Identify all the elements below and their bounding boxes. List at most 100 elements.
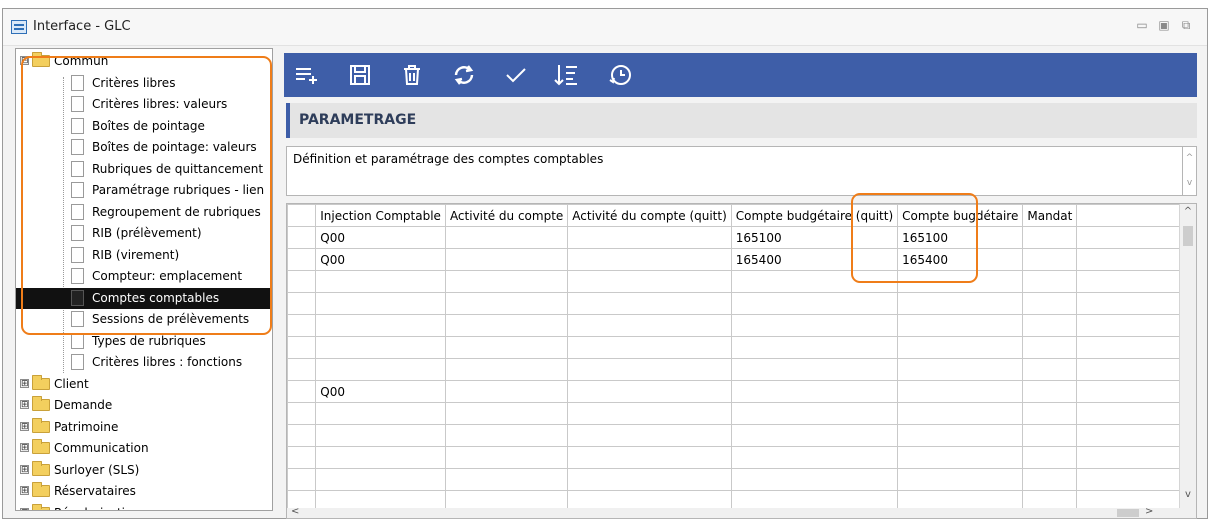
- table-cell[interactable]: [897, 358, 1024, 381]
- table-cell[interactable]: [730, 314, 899, 337]
- tree-item[interactable]: RIB (virement): [16, 245, 272, 266]
- grid-scroll-hthumb[interactable]: [1117, 509, 1139, 517]
- table-cell[interactable]: [444, 380, 569, 403]
- table-cell[interactable]: [315, 468, 446, 491]
- table-row[interactable]: Q00 165100 165100: [287, 226, 1196, 249]
- table-cell[interactable]: [444, 314, 569, 337]
- table-cell[interactable]: [444, 446, 569, 469]
- tree-item[interactable]: Critères libres : fonctions: [16, 352, 272, 373]
- table-cell[interactable]: [315, 446, 446, 469]
- table-cell[interactable]: [567, 424, 732, 447]
- tree-expander-icon[interactable]: ⊞: [20, 421, 29, 431]
- table-cell[interactable]: [897, 424, 1024, 447]
- table-cell[interactable]: [1022, 336, 1078, 359]
- table-row[interactable]: [287, 468, 1196, 491]
- tree-item[interactable]: Comptes comptables: [16, 287, 272, 309]
- table-cell[interactable]: [1022, 270, 1078, 293]
- tree-item[interactable]: Types de rubriques: [16, 331, 272, 352]
- table-cell[interactable]: [1022, 226, 1078, 249]
- table-cell[interactable]: [730, 424, 899, 447]
- tree-item[interactable]: ⊞ Patrimoine: [16, 417, 272, 438]
- table-cell[interactable]: [730, 402, 899, 425]
- row-header[interactable]: [287, 336, 317, 359]
- table-cell[interactable]: [730, 292, 899, 315]
- tree-item[interactable]: Compteur: emplacement: [16, 266, 272, 287]
- row-header[interactable]: [287, 270, 317, 293]
- table-cell[interactable]: Q00: [315, 380, 446, 403]
- table-row[interactable]: Q00: [287, 380, 1196, 403]
- tree-expander-icon[interactable]: ⊞: [20, 378, 29, 388]
- table-cell[interactable]: [567, 314, 732, 337]
- row-header[interactable]: [287, 380, 317, 403]
- table-cell[interactable]: Q00: [315, 248, 446, 271]
- tree-item[interactable]: Sessions de prélèvements: [16, 309, 272, 330]
- table-cell[interactable]: [897, 446, 1024, 469]
- row-header[interactable]: [287, 292, 317, 315]
- tree-item[interactable]: ⊞ Régularisation: [16, 503, 272, 510]
- column-header[interactable]: Activité du compte: [444, 204, 569, 227]
- table-row[interactable]: [287, 314, 1196, 337]
- save-icon[interactable]: [347, 62, 373, 88]
- table-cell[interactable]: 165100: [730, 226, 899, 249]
- table-cell[interactable]: [730, 336, 899, 359]
- table-cell[interactable]: [444, 226, 569, 249]
- tree-item[interactable]: RIB (prélèvement): [16, 223, 272, 244]
- table-cell[interactable]: [897, 314, 1024, 337]
- table-cell[interactable]: [444, 358, 569, 381]
- table-cell[interactable]: 165100: [897, 226, 1024, 249]
- table-cell[interactable]: [315, 358, 446, 381]
- table-row[interactable]: Q00 165400 165400: [287, 248, 1196, 271]
- table-cell[interactable]: [1022, 446, 1078, 469]
- table-cell[interactable]: [444, 292, 569, 315]
- description-scrollbar[interactable]: ^ v: [1183, 146, 1197, 196]
- sort-icon[interactable]: [553, 62, 579, 88]
- table-cell[interactable]: [730, 446, 899, 469]
- row-header[interactable]: [287, 446, 317, 469]
- table-cell[interactable]: [1022, 292, 1078, 315]
- tree-item[interactable]: ⊞ Demande: [16, 395, 272, 416]
- table-cell[interactable]: [567, 402, 732, 425]
- minimize-button[interactable]: ▭: [1134, 18, 1150, 32]
- table-cell[interactable]: [315, 314, 446, 337]
- refresh-icon[interactable]: [451, 62, 477, 88]
- scroll-up-icon[interactable]: ^: [1183, 153, 1196, 163]
- table-cell[interactable]: [730, 468, 899, 491]
- grid-vertical-scrollbar[interactable]: ^ v: [1179, 204, 1196, 518]
- close-button[interactable]: ⧉: [1178, 18, 1194, 33]
- column-header[interactable]: Mandat: [1022, 204, 1078, 227]
- tree-expander-icon[interactable]: ⊞: [20, 464, 29, 474]
- table-cell[interactable]: [444, 270, 569, 293]
- add-row-icon[interactable]: [293, 62, 319, 88]
- table-row[interactable]: [287, 402, 1196, 425]
- table-row[interactable]: [287, 270, 1196, 293]
- table-row[interactable]: [287, 358, 1196, 381]
- row-header[interactable]: [287, 424, 317, 447]
- table-cell[interactable]: [444, 468, 569, 491]
- tree-item[interactable]: Boîtes de pointage: valeurs: [16, 137, 272, 158]
- tree-item[interactable]: ⊞ Surloyer (SLS): [16, 460, 272, 481]
- grid-scroll-left-icon[interactable]: <: [291, 506, 299, 517]
- table-cell[interactable]: [567, 292, 732, 315]
- grid-horizontal-scrollbar[interactable]: < >: [287, 506, 1180, 518]
- tree-item[interactable]: Regroupement de rubriques: [16, 202, 272, 223]
- table-cell[interactable]: [315, 292, 446, 315]
- navigation-tree[interactable]: ⊟ Commun Critères libres Critères libres: v…: [15, 48, 273, 511]
- table-row[interactable]: [287, 292, 1196, 315]
- history-icon[interactable]: [607, 62, 633, 88]
- table-cell[interactable]: [1022, 424, 1078, 447]
- grid-scroll-right-icon[interactable]: >: [1145, 506, 1153, 517]
- table-cell[interactable]: [730, 358, 899, 381]
- tree-item[interactable]: ⊞ Client: [16, 374, 272, 395]
- table-cell[interactable]: [315, 270, 446, 293]
- row-header[interactable]: [287, 402, 317, 425]
- table-cell[interactable]: [1022, 358, 1078, 381]
- tree-expander-icon[interactable]: ⊟: [20, 56, 29, 66]
- tree-item[interactable]: Critères libres: [16, 73, 272, 94]
- row-header[interactable]: [287, 314, 317, 337]
- table-cell[interactable]: [897, 270, 1024, 293]
- tree-item[interactable]: Critères libres: valeurs: [16, 94, 272, 115]
- table-cell[interactable]: [567, 446, 732, 469]
- column-header[interactable]: Injection Comptable: [315, 204, 446, 227]
- table-cell[interactable]: [730, 270, 899, 293]
- validate-icon[interactable]: [503, 62, 529, 88]
